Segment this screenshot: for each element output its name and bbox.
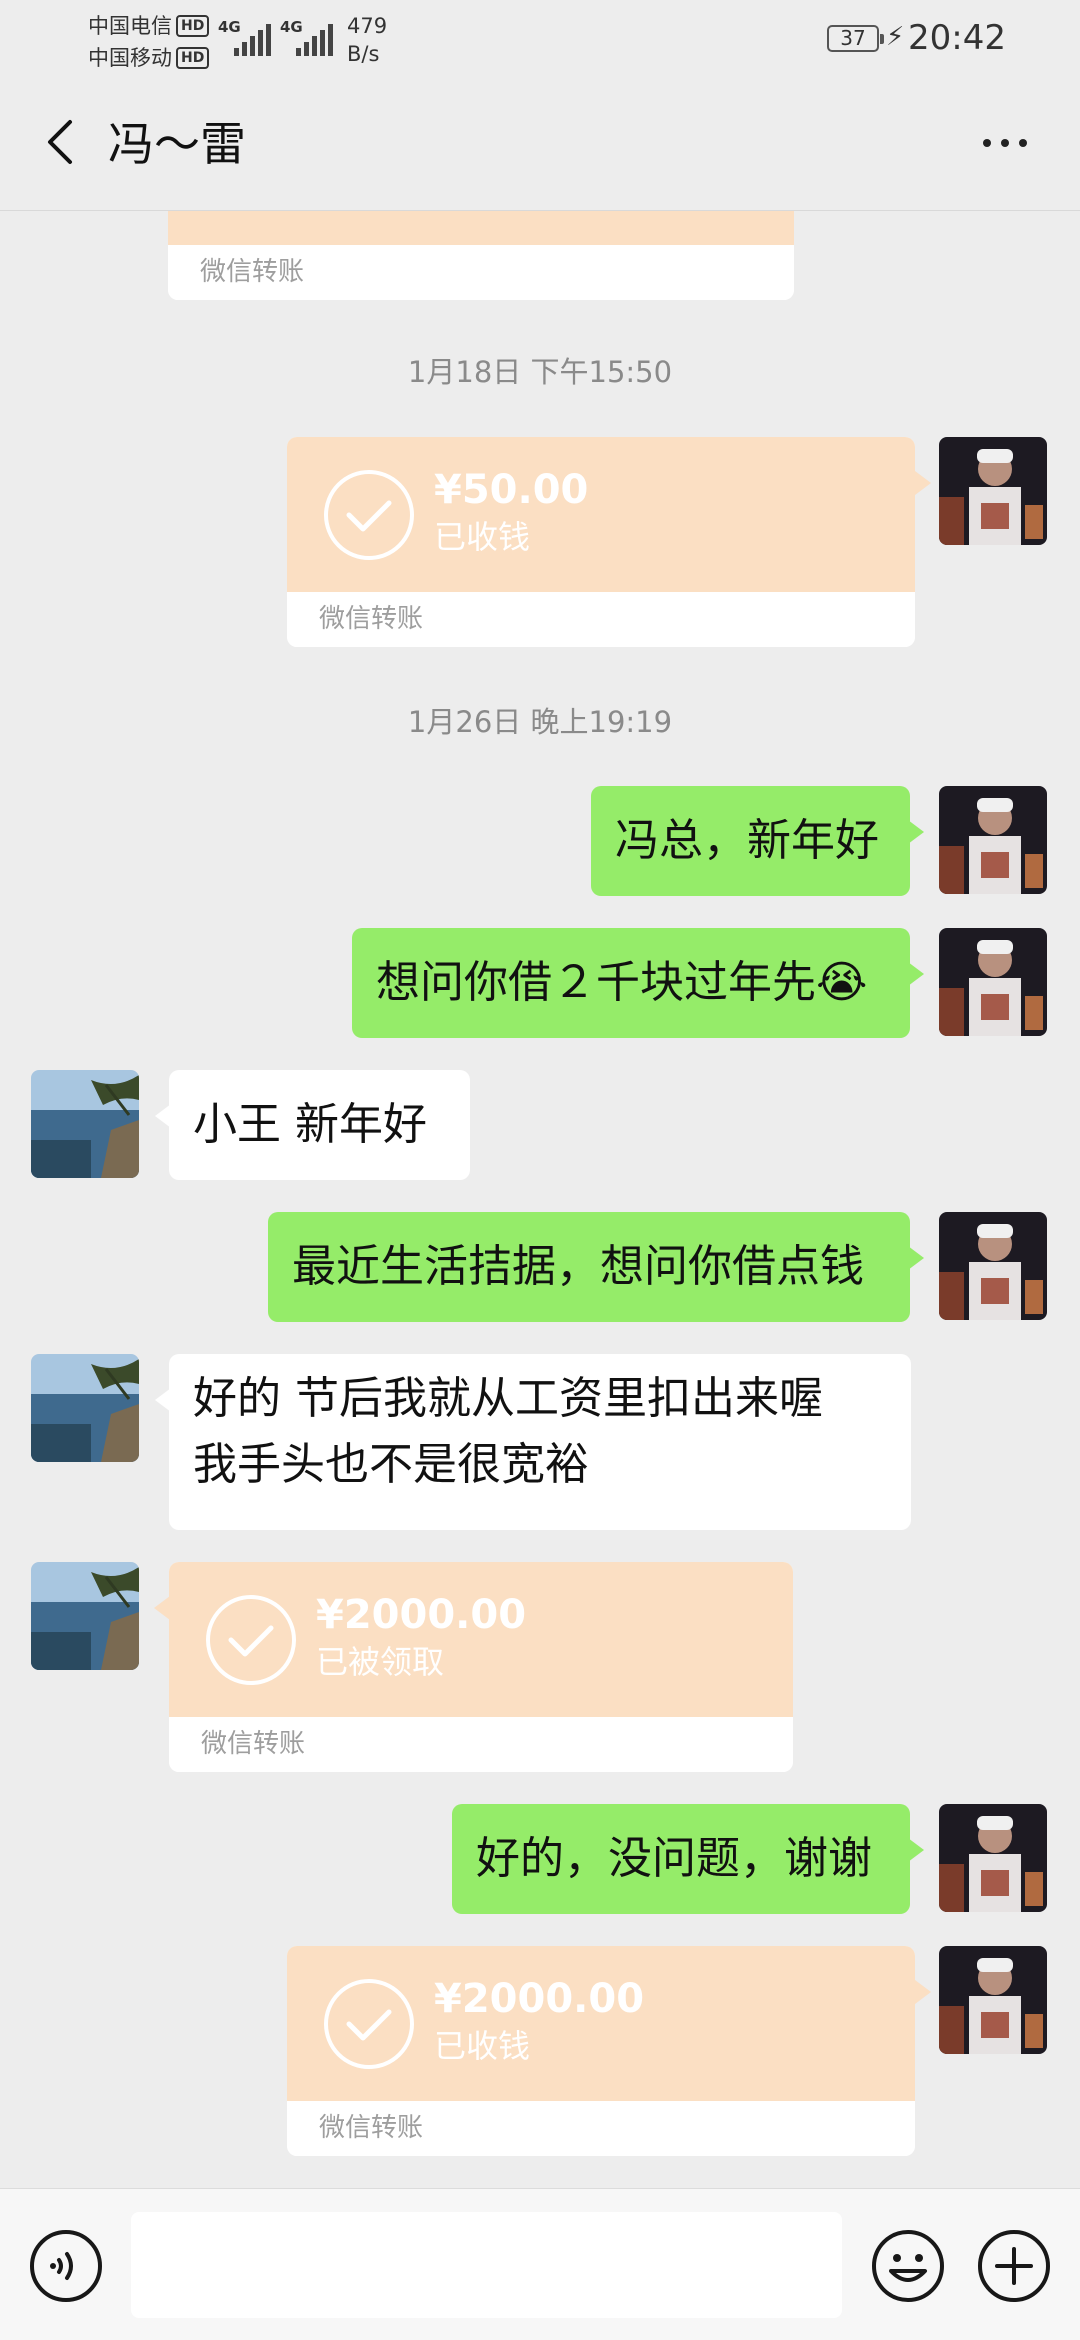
chevron-left-icon <box>48 120 72 164</box>
battery-icon: 37 <box>827 25 884 52</box>
avatar-contact[interactable] <box>31 1070 139 1178</box>
avatar-self[interactable] <box>939 1212 1047 1320</box>
chat-header: 冯～雷 <box>0 80 1080 211</box>
avatar-self[interactable] <box>939 786 1047 894</box>
transfer-card[interactable]: 微信转账 <box>168 211 794 300</box>
transfer-status: 已被领取 <box>316 1643 445 1681</box>
message-list[interactable]: 微信转账 1月18日 下午15:50 ¥50.00 已收钱 微信转账 1月26日… <box>0 211 1080 2188</box>
transfer-card[interactable]: ¥2000.00 已收钱 微信转账 <box>287 1946 915 2156</box>
network-speed: 479 B/s <box>347 14 388 66</box>
avatar-self[interactable] <box>939 1804 1047 1912</box>
message-text: 最近生活拮据，想问你借点钱 <box>292 1241 864 1292</box>
transfer-card[interactable]: ¥2000.00 已被领取 微信转账 <box>169 1562 793 1772</box>
transfer-label: 微信转账 <box>168 245 794 300</box>
signal-icon: 4G <box>280 18 342 58</box>
clock: 20:42 <box>908 18 1006 58</box>
message-text: 想问你借２千块过年先 <box>376 957 816 1008</box>
emoji-button[interactable] <box>871 2229 945 2303</box>
message-bubble[interactable]: 小王 新年好 <box>155 1070 470 1180</box>
timestamp: 1月18日 下午15:50 <box>407 355 673 389</box>
more-functions-button[interactable] <box>977 2229 1051 2303</box>
message-text: 好的 节后我就从工资里扣出来喔 <box>193 1373 823 1424</box>
avatar-self[interactable] <box>939 437 1047 545</box>
transfer-amount: ¥2000.00 <box>434 1976 645 2022</box>
avatar-self[interactable] <box>939 1946 1047 2054</box>
message-bubble[interactable]: 好的，没问题，谢谢 <box>452 1804 924 1914</box>
message-text: 冯总，新年好 <box>615 815 879 866</box>
transfer-amount: ¥50.00 <box>434 467 589 513</box>
check-circle-icon <box>324 470 414 560</box>
message-input[interactable] <box>131 2212 842 2318</box>
chat-title: 冯～雷 <box>108 117 246 171</box>
input-bar <box>0 2188 1080 2340</box>
message-bubble[interactable]: 好的 节后我就从工资里扣出来喔 我手头也不是很宽裕 <box>155 1354 911 1530</box>
hd-badge: HD <box>176 15 210 37</box>
message-bubble[interactable]: 冯总，新年好 <box>591 786 924 896</box>
transfer-label: 微信转账 <box>287 592 915 647</box>
message-text: 小王 新年好 <box>193 1099 427 1150</box>
avatar-contact[interactable] <box>31 1354 139 1462</box>
transfer-status: 已收钱 <box>434 518 531 556</box>
carrier-2: 中国移动 <box>88 46 172 70</box>
transfer-amount: ¥2000.00 <box>316 1592 527 1638</box>
signal-icon: 4G <box>218 18 280 58</box>
status-bar: 中国电信 HD 中国移动 HD 4G 4G 479 B/s 37 ⚡ 20:42 <box>0 0 1080 80</box>
more-button[interactable] <box>965 118 1045 168</box>
transfer-label: 微信转账 <box>169 1717 793 1772</box>
more-dots-icon <box>983 139 1027 147</box>
emoji-icon <box>872 2230 944 2302</box>
message-bubble[interactable]: 想问你借２千块过年先 😭 <box>352 928 924 1038</box>
crying-emoji-icon: 😭 <box>816 957 868 1008</box>
carrier-info: 中国电信 HD 中国移动 HD <box>88 10 210 74</box>
charging-icon: ⚡ <box>886 22 905 52</box>
message-bubble[interactable]: 最近生活拮据，想问你借点钱 <box>268 1212 924 1322</box>
transfer-status: 已收钱 <box>434 2027 531 2065</box>
transfer-card[interactable]: ¥50.00 已收钱 微信转账 <box>287 437 915 647</box>
voice-icon <box>30 2230 102 2302</box>
avatar-self[interactable] <box>939 928 1047 1036</box>
message-text: 好的，没问题，谢谢 <box>476 1833 872 1884</box>
check-circle-icon <box>206 1595 296 1685</box>
plus-icon <box>978 2230 1050 2302</box>
voice-button[interactable] <box>29 2229 103 2303</box>
back-button[interactable] <box>30 110 94 174</box>
transfer-label: 微信转账 <box>287 2101 915 2156</box>
hd-badge: HD <box>176 47 210 69</box>
message-text: 我手头也不是很宽裕 <box>193 1439 589 1490</box>
chat-screen: 中国电信 HD 中国移动 HD 4G 4G 479 B/s 37 ⚡ 20:42 <box>0 0 1080 2340</box>
carrier-1: 中国电信 <box>88 14 172 38</box>
check-circle-icon <box>324 1979 414 2069</box>
timestamp: 1月26日 晚上19:19 <box>407 705 673 739</box>
avatar-contact[interactable] <box>31 1562 139 1670</box>
